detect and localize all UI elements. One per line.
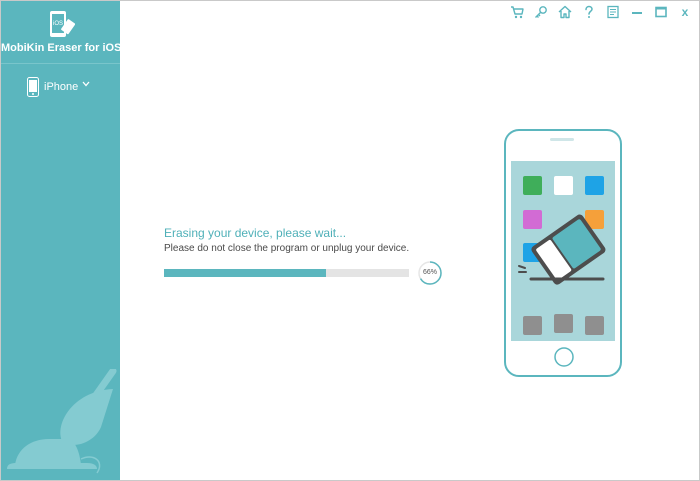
maximize-icon — [655, 6, 667, 18]
app-title: MobiKin Eraser for iOS — [1, 42, 120, 54]
help-button[interactable] — [581, 4, 597, 20]
eraser-logo-icon: iOS — [50, 11, 75, 37]
progress-percent: 66% — [422, 269, 437, 276]
dock-app-tile — [585, 316, 604, 335]
device-selector[interactable]: iPhone — [27, 75, 90, 99]
app-tile — [523, 210, 542, 229]
sidebar: iOS MobiKin Eraser for iOS iPhone — [1, 1, 120, 480]
minimize-button[interactable] — [629, 4, 645, 20]
key-icon — [535, 6, 547, 18]
title-toolbar: x — [501, 4, 693, 20]
chevron-down-icon[interactable] — [82, 81, 90, 87]
dock-app-tile — [554, 314, 573, 333]
status-title: Erasing your device, please wait... — [164, 226, 347, 240]
close-button[interactable]: x — [677, 4, 693, 20]
home-button-illustration — [554, 347, 574, 367]
close-icon: x — [682, 5, 689, 19]
feedback-icon — [607, 5, 619, 19]
iphone-eraser-illustration — [504, 129, 622, 377]
app-tile — [585, 176, 604, 195]
cart-button[interactable] — [509, 4, 525, 20]
progress-bar — [164, 269, 409, 277]
device-name: iPhone — [44, 81, 79, 93]
maximize-button[interactable] — [653, 4, 669, 20]
minimize-icon — [632, 12, 642, 14]
dock-app-tile — [523, 316, 542, 335]
progress-bar-fill — [164, 269, 326, 277]
help-icon — [585, 5, 593, 18]
home-button[interactable] — [557, 4, 573, 20]
iphone-icon — [27, 77, 39, 97]
status-subtitle: Please do not close the program or unplu… — [164, 243, 410, 254]
vacuum-cleaner-icon — [7, 369, 117, 474]
erase-status: Erasing your device, please wait... Plea… — [164, 226, 454, 254]
cart-icon — [511, 6, 524, 19]
logo-text: iOS — [53, 21, 63, 27]
app-window: iOS MobiKin Eraser for iOS iPhone x Eras… — [0, 0, 700, 481]
app-tile — [523, 176, 542, 195]
speaker-slot — [550, 138, 574, 141]
feedback-button[interactable] — [605, 4, 621, 20]
register-button[interactable] — [533, 4, 549, 20]
sidebar-divider — [1, 63, 120, 64]
home-icon — [558, 5, 572, 19]
app-tile — [554, 176, 573, 195]
close-label: x — [682, 5, 689, 19]
